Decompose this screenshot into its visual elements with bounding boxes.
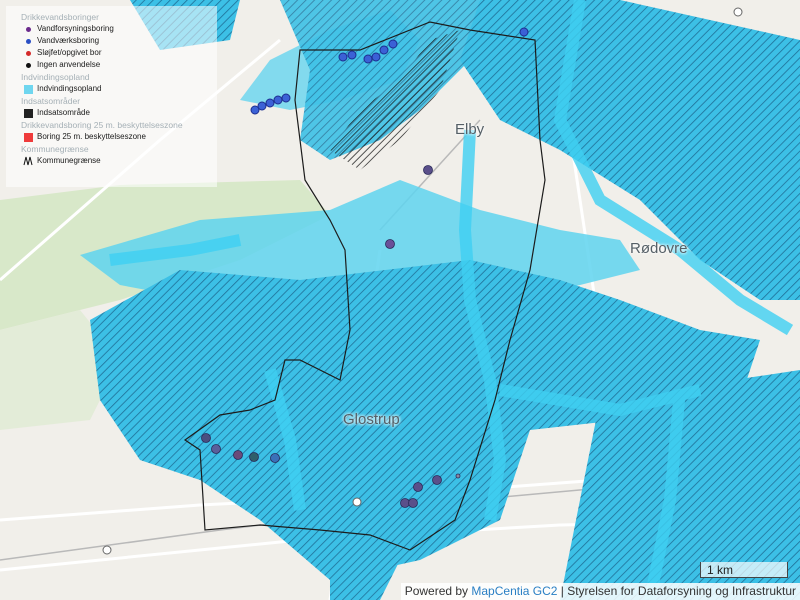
legend-item: Indvindingsopland	[21, 83, 217, 95]
scale-bar: 1 km	[700, 562, 788, 578]
well-point	[211, 444, 221, 454]
legend-swatch	[25, 50, 31, 56]
well-point	[363, 54, 373, 64]
well-point	[455, 473, 461, 479]
well-point	[408, 498, 418, 508]
well-point	[388, 39, 398, 49]
legend-swatch	[25, 26, 31, 32]
legend-item: Indsatsområde	[21, 107, 217, 119]
map-legend: Drikkevandsboringer Vandforsyningsboring…	[6, 6, 217, 187]
legend-swatch	[25, 62, 31, 68]
attribution: Powered by MapCentia GC2 | Styrelsen for…	[400, 583, 800, 600]
legend-item: Vandværksboring	[21, 35, 217, 47]
well-point	[413, 482, 423, 492]
well-point	[273, 95, 283, 105]
well-point	[281, 93, 291, 103]
well-point	[270, 453, 280, 463]
place-label-glostrup: Glostrup	[343, 411, 400, 428]
attribution-link[interactable]: MapCentia GC2	[471, 584, 557, 598]
well-point	[347, 50, 357, 60]
well-point	[249, 452, 259, 462]
place-label-rodovre: Rødovre	[630, 240, 688, 257]
well-point	[371, 52, 381, 62]
attribution-prefix: Powered by	[404, 584, 472, 598]
boundary-line-icon	[23, 156, 33, 166]
legend-group-title: Drikkevandsboringer	[21, 12, 99, 22]
legend-item: Kommunegrænse	[21, 155, 217, 167]
legend-swatch	[23, 108, 33, 118]
well-point	[201, 433, 211, 443]
legend-label: Vandforsyningsboring	[37, 24, 114, 33]
legend-label: Boring 25 m. beskyttelseszone	[37, 132, 146, 141]
legend-group-title: Kommunegrænse	[21, 144, 89, 154]
legend-swatch	[23, 84, 33, 94]
legend-swatch	[25, 38, 31, 44]
well-point	[385, 239, 395, 249]
legend-label: Indvindingsopland	[37, 84, 102, 93]
legend-label: Vandværksboring	[37, 36, 100, 45]
legend-group-title: Indvindingsopland	[21, 72, 90, 82]
legend-swatch	[23, 132, 33, 142]
legend-label: Ingen anvendelse	[37, 60, 101, 69]
well-point	[432, 475, 442, 485]
well-point	[265, 98, 275, 108]
legend-group-title: Indsatsområder	[21, 96, 81, 106]
legend-item: Sløjfet/opgivet bor	[21, 47, 217, 59]
legend-label: Sløjfet/opgivet bor	[37, 48, 102, 57]
well-point	[519, 27, 529, 37]
legend-label: Indsatsområde	[37, 108, 90, 117]
legend-item: Vandforsyningsboring	[21, 23, 217, 35]
legend-label: Kommunegrænse	[37, 156, 101, 165]
legend-group-title: Drikkevandsboring 25 m. beskyttelseszone	[21, 120, 183, 130]
well-point	[423, 165, 433, 175]
place-label-elby: Elby	[455, 121, 485, 138]
legend-item: Boring 25 m. beskyttelseszone	[21, 131, 217, 143]
legend-item: Ingen anvendelse	[21, 59, 217, 71]
well-point	[338, 52, 348, 62]
attribution-suffix: | Styrelsen for Dataforsyning og Infrast…	[557, 584, 796, 598]
well-point	[257, 101, 267, 111]
well-point	[379, 45, 389, 55]
well-point	[233, 450, 243, 460]
